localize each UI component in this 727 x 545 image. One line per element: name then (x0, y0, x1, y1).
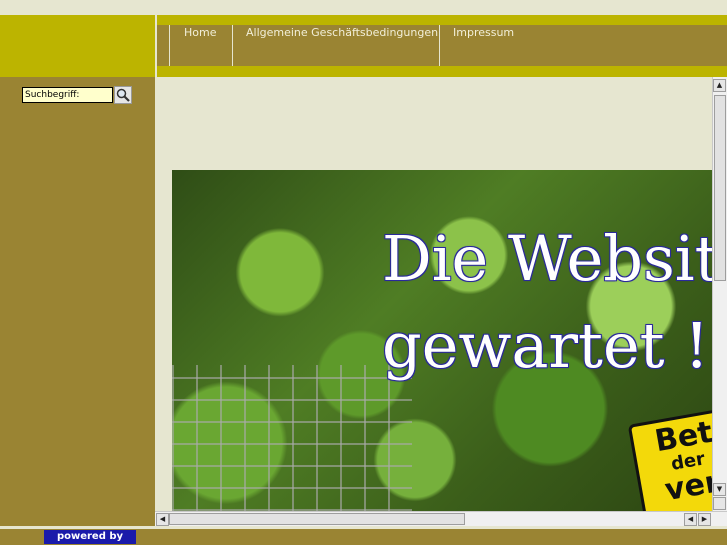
nav-link-home[interactable]: Home (184, 26, 216, 39)
warning-sign: Bet der ver (627, 406, 712, 511)
search-input[interactable] (22, 87, 113, 103)
scroll-right-button[interactable]: ▶ (698, 513, 711, 526)
banner-image: Die Websit gewartet ! Bet der ver (172, 170, 712, 511)
horizontal-scrollbar[interactable]: ◀ ◀ ▶ (155, 511, 727, 526)
nav-link-impressum[interactable]: Impressum (453, 26, 514, 39)
vertical-scrollbar[interactable]: ▲ ▼ (712, 77, 727, 511)
banner-heading-line1: Die Websit (382, 222, 712, 295)
scroll-down-button[interactable]: ▼ (713, 483, 726, 496)
powered-by-link[interactable]: powered by (44, 530, 136, 544)
horizontal-scroll-thumb[interactable] (169, 513, 465, 525)
nav-separator (169, 25, 170, 66)
nav-separator (232, 25, 233, 66)
content-area: Die Websit gewartet ! Bet der ver (157, 77, 712, 511)
vertical-scroll-thumb[interactable] (714, 95, 726, 281)
nav-separator (439, 25, 440, 66)
banner-heading-line2: gewartet ! (382, 309, 710, 382)
nav-top-band (157, 15, 727, 25)
fence-graphic (172, 365, 412, 511)
scroll-left-button[interactable]: ◀ (156, 513, 169, 526)
scroll-corner (713, 497, 726, 510)
sidebar (0, 77, 155, 526)
scroll-left-button-right[interactable]: ◀ (684, 513, 697, 526)
main-navigation (157, 25, 727, 66)
logo-area (0, 15, 155, 77)
scroll-up-button[interactable]: ▲ (713, 79, 726, 92)
nav-bottom-band (157, 66, 727, 77)
nav-link-agb[interactable]: Allgemeine Geschäftsbedingungen (246, 26, 438, 39)
magnifier-icon (116, 88, 130, 102)
search-button[interactable] (114, 86, 132, 104)
top-strip (0, 0, 727, 15)
